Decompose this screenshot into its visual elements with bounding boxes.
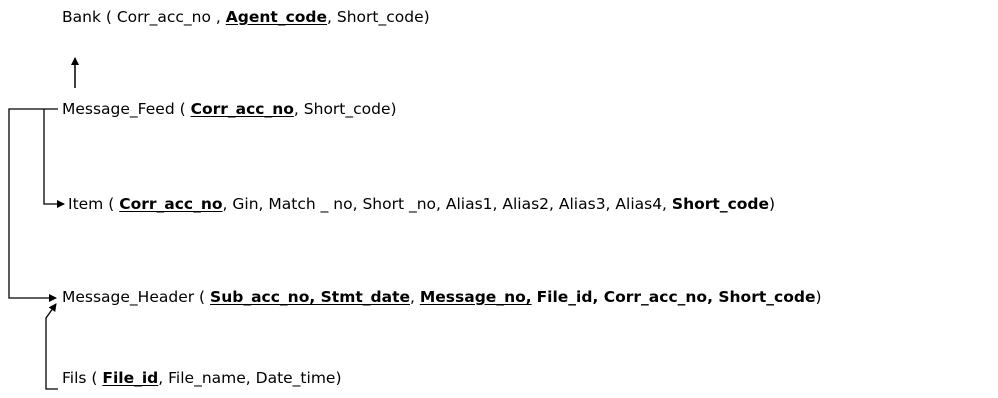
relationship-connectors (8, 57, 79, 390)
arrow-fils-to-header (45, 303, 58, 390)
arrow-feed-to-item (43, 109, 65, 208)
